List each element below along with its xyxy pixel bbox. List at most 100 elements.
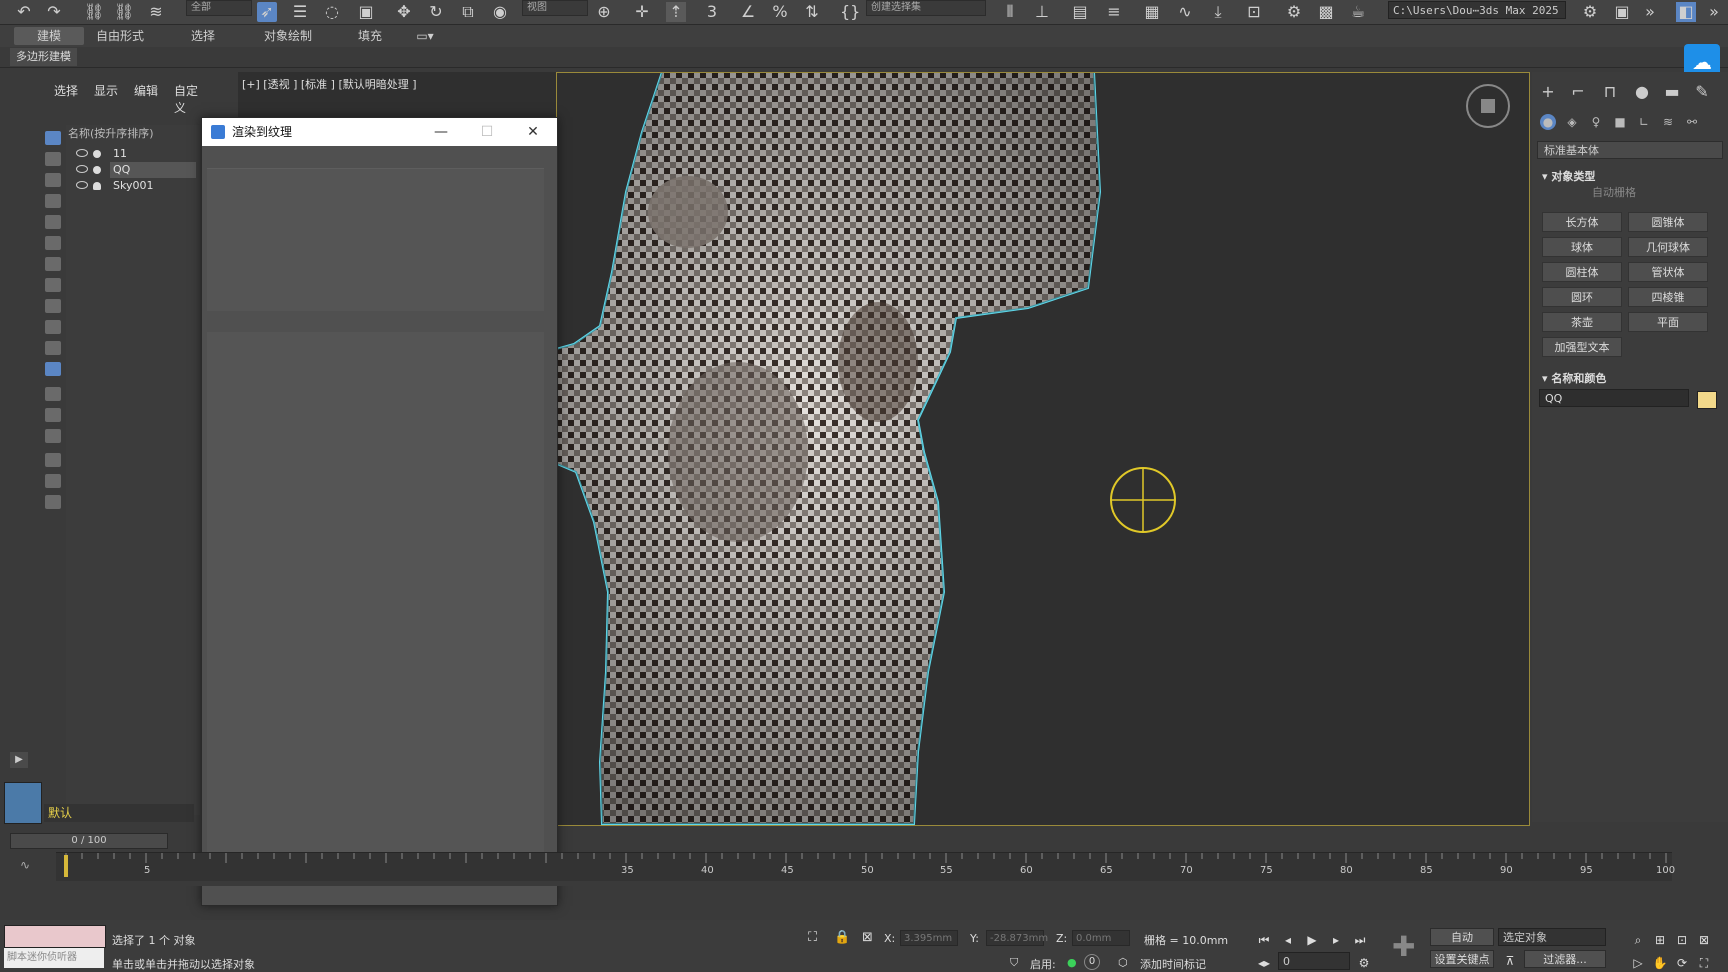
shape-filter-icon[interactable] bbox=[45, 152, 61, 166]
geosphere-button[interactable]: 几何球体 bbox=[1628, 237, 1708, 257]
xref-filter-icon[interactable] bbox=[45, 278, 61, 292]
align-icon[interactable]: ⊥ bbox=[1032, 2, 1052, 22]
undo-icon[interactable]: ↶ bbox=[14, 2, 34, 22]
minimize-icon[interactable]: — bbox=[418, 118, 464, 146]
expand-icon[interactable]: » bbox=[1704, 2, 1724, 22]
layer-swatch[interactable] bbox=[4, 782, 42, 824]
selection-filter-dropdown[interactable]: 全部 bbox=[186, 0, 252, 16]
explorer-row[interactable]: QQ bbox=[66, 162, 200, 178]
zoom-icon[interactable]: ⌕ bbox=[1630, 933, 1646, 947]
time-slider[interactable]: 0 / 100 bbox=[10, 833, 168, 849]
dope-sheet-icon[interactable]: ⤓ bbox=[1208, 2, 1228, 22]
play-icon[interactable]: ▶ bbox=[10, 752, 28, 768]
bind-space-warp-icon[interactable]: ≋ bbox=[146, 2, 166, 22]
hierarchy-tab-icon[interactable]: ⊓ bbox=[1600, 82, 1620, 102]
next-frame-icon[interactable]: ▸ bbox=[1328, 933, 1344, 947]
tag-icon[interactable]: ⬡ bbox=[1118, 956, 1128, 969]
auto-grid-checkbox[interactable]: 自动栅格 bbox=[1592, 184, 1636, 200]
auto-key-button[interactable]: 自动 bbox=[1430, 928, 1494, 946]
explorer-row[interactable]: Sky001 bbox=[66, 178, 200, 194]
select-by-name-icon[interactable]: ☰ bbox=[290, 2, 310, 22]
tab-populate[interactable]: 填充 bbox=[350, 27, 390, 45]
plane-button[interactable]: 平面 bbox=[1628, 312, 1708, 332]
eye-icon[interactable] bbox=[76, 165, 88, 173]
go-to-end-icon[interactable]: ⏭ bbox=[1352, 933, 1368, 947]
select-rotate-icon[interactable]: ↻ bbox=[426, 2, 446, 22]
fov-icon[interactable]: ▷ bbox=[1630, 956, 1646, 970]
rendered-frame-icon[interactable]: ▩ bbox=[1316, 2, 1336, 22]
filter-funnel-icon[interactable] bbox=[45, 474, 61, 488]
project-path-dropdown[interactable]: C:\Users\Dou⋯3ds Max 2025 bbox=[1388, 1, 1566, 19]
frozen-filter-icon[interactable] bbox=[45, 341, 61, 355]
add-time-tag[interactable]: 添加时间标记 bbox=[1140, 956, 1206, 972]
previous-frame-icon[interactable]: ◂ bbox=[1280, 933, 1296, 947]
key-filters-button[interactable]: 过滤器... bbox=[1524, 950, 1606, 968]
box-button[interactable]: 长方体 bbox=[1542, 212, 1622, 232]
snap-3d-icon[interactable]: 3 bbox=[702, 2, 722, 22]
display-none-icon[interactable] bbox=[45, 408, 61, 422]
utilities-tab-icon[interactable]: ✎ bbox=[1692, 82, 1712, 102]
angle-snap-icon[interactable]: ∠ bbox=[738, 2, 758, 22]
tab-modeling[interactable]: 建模 bbox=[14, 27, 84, 45]
teapot-button[interactable]: 茶壶 bbox=[1542, 312, 1622, 332]
group-filter-icon[interactable] bbox=[45, 257, 61, 271]
sign-in-icon[interactable]: ◧ bbox=[1676, 2, 1696, 22]
eye-icon[interactable] bbox=[76, 181, 88, 189]
absolute-mode-icon[interactable]: ⊠ bbox=[862, 930, 873, 945]
select-manipulate-icon[interactable]: ✛ bbox=[632, 2, 652, 22]
x-coordinate-field[interactable]: 3.395mm bbox=[900, 930, 958, 946]
object-type-rollout[interactable]: ▾ 对象类型 bbox=[1542, 168, 1595, 184]
toggle-ribbon-icon[interactable]: ≡ bbox=[1104, 2, 1124, 22]
cone-button[interactable]: 圆锥体 bbox=[1628, 212, 1708, 232]
curve-editor-mini-icon[interactable]: ∿ bbox=[20, 858, 30, 872]
zoom-extents-all-icon[interactable]: ⊠ bbox=[1696, 933, 1712, 947]
window-crossing-icon[interactable]: ▣ bbox=[356, 2, 376, 22]
keyboard-shortcut-icon[interactable]: ⇡ bbox=[666, 2, 686, 22]
time-config-icon[interactable]: ⚙ bbox=[1356, 956, 1372, 970]
named-selection-dropdown[interactable]: 创建选择集 bbox=[866, 0, 986, 16]
tab-freeform[interactable]: 自由形式 bbox=[90, 27, 150, 45]
project-settings-icon[interactable]: ⚙ bbox=[1580, 2, 1600, 22]
menu-customize[interactable]: 自定义 bbox=[174, 82, 200, 116]
maxscript-listener[interactable] bbox=[4, 925, 106, 948]
mirror-icon[interactable]: ⫴ bbox=[1000, 2, 1020, 22]
zoom-all-icon[interactable]: ⊞ bbox=[1652, 933, 1668, 947]
explorer-settings-icon[interactable] bbox=[45, 495, 61, 509]
geometry-filter-icon[interactable] bbox=[45, 131, 61, 145]
workspace-icon[interactable]: ▣ bbox=[1612, 2, 1632, 22]
create-tab-icon[interactable]: + bbox=[1538, 82, 1558, 102]
object-color-swatch[interactable] bbox=[1697, 391, 1717, 409]
select-move-icon[interactable]: ✥ bbox=[394, 2, 414, 22]
display-tab-icon[interactable]: ▬ bbox=[1662, 82, 1682, 102]
lights-category-icon[interactable]: ♀ bbox=[1588, 114, 1604, 130]
layer-explorer-icon[interactable]: ▤ bbox=[1070, 2, 1090, 22]
tube-button[interactable]: 管状体 bbox=[1628, 262, 1708, 282]
maxscript-mini-listener[interactable]: 脚本迷你侦听器 bbox=[4, 948, 104, 968]
go-to-start-icon[interactable]: ⏮ bbox=[1256, 933, 1272, 947]
sphere-button[interactable]: 球体 bbox=[1542, 237, 1622, 257]
cylinder-button[interactable]: 圆柱体 bbox=[1542, 262, 1622, 282]
enable-counter[interactable]: 0 bbox=[1084, 954, 1100, 970]
redo-icon[interactable]: ↷ bbox=[44, 2, 64, 22]
shapes-category-icon[interactable]: ◈ bbox=[1564, 114, 1580, 130]
schematic-view-icon[interactable]: ⊡ bbox=[1244, 2, 1264, 22]
bone-filter-icon[interactable] bbox=[45, 299, 61, 313]
dialog-titlebar[interactable]: 渲染到纹理 — ☐ ✕ bbox=[202, 118, 557, 146]
menu-select[interactable]: 选择 bbox=[54, 82, 78, 99]
pyramid-button[interactable]: 四棱锥 bbox=[1628, 287, 1708, 307]
viewcube-icon[interactable] bbox=[1466, 84, 1510, 128]
viewport-label[interactable]: [+] [透视 ] [标准 ] [默认明暗处理 ] bbox=[242, 76, 417, 92]
text-plus-button[interactable]: 加强型文本 bbox=[1542, 337, 1622, 357]
layer-name-field[interactable]: 默认 bbox=[44, 804, 194, 822]
y-coordinate-field[interactable]: -28.873mm bbox=[986, 930, 1048, 946]
select-object-icon[interactable]: ➶ bbox=[257, 2, 277, 22]
set-key-icon[interactable]: ✚ bbox=[1392, 930, 1415, 963]
render-setup-icon[interactable]: ⚙ bbox=[1284, 2, 1304, 22]
menu-edit[interactable]: 编辑 bbox=[134, 82, 158, 99]
explorer-row[interactable]: 11 bbox=[66, 146, 200, 162]
filter-icon[interactable] bbox=[45, 453, 61, 467]
polygon-modeling-label[interactable]: 多边形建模 bbox=[10, 48, 77, 66]
maximize-icon[interactable]: ☐ bbox=[464, 118, 510, 146]
eye-icon[interactable] bbox=[76, 149, 88, 157]
helpers-category-icon[interactable]: ∟ bbox=[1636, 114, 1652, 130]
